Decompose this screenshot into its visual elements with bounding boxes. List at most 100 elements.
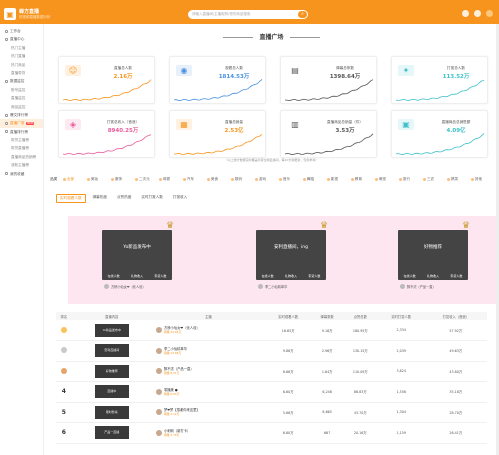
podium-stat: 在线人数 (403, 274, 416, 278)
category-option[interactable]: 全部 (62, 177, 87, 182)
rank-tab[interactable]: 实时观看人数 (56, 194, 86, 203)
live-thumbnail[interactable]: 直播中 (94, 385, 129, 399)
category-option[interactable]: 数码 (230, 177, 255, 182)
stat-label: 打赏总人数 (447, 66, 465, 70)
anchor-info[interactable]: 零播美 ● 销量 6.05万 (152, 388, 265, 396)
sidebar-item[interactable]: 账号监控 (0, 86, 43, 94)
sidebar-item[interactable]: 热门商品 (0, 61, 43, 69)
podium-stats: 在线人数 礼物收入 带货人数 (398, 274, 468, 278)
sidebar-item[interactable]: 直播商品热销榜 (0, 153, 43, 161)
stat-card[interactable]: ▥ 直播商品总销量（件） 3.53万 (280, 110, 377, 158)
live-thumbnail[interactable]: 产品一直播 (94, 426, 129, 440)
sidebar-item[interactable]: 直播广场 NEW (0, 119, 43, 128)
stat-card[interactable]: ▦ 直播总销量 2.53亿 (169, 110, 266, 158)
search-button[interactable]: ⌕ (298, 11, 307, 18)
sidebar-item[interactable]: 商品监控 (0, 103, 43, 111)
sidebar-item[interactable]: 涨粉主播榜 (0, 161, 43, 169)
podium-card[interactable]: 好物推荐 在线人数 礼物收入 带货人数 (398, 230, 468, 280)
rank-tab[interactable]: 弹幕热度 (90, 194, 110, 203)
anchor-info[interactable]: 方桥小仙女❤（化人设） 销量 23.85万 (152, 326, 265, 334)
trend-sparkline (63, 134, 152, 155)
brand-logo[interactable]: ▣ 蝉方直播 短视频直播数据分析 (4, 8, 51, 20)
stat-card[interactable]: ✦ 打赏总人数 113.52万 (391, 56, 488, 104)
podium-stat: 礼物收入 (130, 274, 143, 278)
live-thumbnail[interactable]: 限时秒杀 (94, 405, 129, 419)
sidebar-item[interactable]: 直播中心 (0, 35, 43, 43)
podium-card[interactable]: Yo新品发布中 在线人数 礼物收入 带货人数 (102, 230, 172, 280)
rank-cell: 5 (56, 402, 72, 423)
rank-tab[interactable]: 打赏收入 (170, 194, 190, 203)
category-option[interactable]: 萌宠 (374, 177, 399, 182)
stat-card[interactable]: ▣ 直播商品总销售额 4.09亿 (391, 110, 488, 158)
search-input[interactable]: 请输入直播间/主播昵称/带货商品搜索 ⌕ (188, 10, 308, 19)
sidebar-item[interactable]: 爆文排行榜 (0, 111, 43, 119)
table-row[interactable]: 4 直播中 零播美 ● 销量 6.05万 6.60万 6,246 86.83万 1,556 35… (56, 381, 487, 403)
sidebar-item[interactable]: 直播排行榜 (0, 128, 43, 136)
stat-card[interactable]: ◉ 观看总人数 1814.53万 (169, 56, 266, 104)
category-text: 音乐 (282, 176, 291, 181)
category-option[interactable]: 美食 (206, 177, 231, 182)
category-option[interactable]: 美妆 (86, 177, 111, 182)
category-option[interactable]: 游戏 (254, 177, 279, 182)
category-option[interactable]: 旅行 (398, 177, 423, 182)
anchor-text: 零播美 ● 销量 6.05万 (164, 388, 180, 396)
message-icon[interactable] (462, 10, 469, 17)
category-option[interactable]: 汽车 (182, 177, 207, 182)
category-option[interactable]: 二次元 (134, 177, 159, 182)
category-option[interactable]: 影视 (326, 177, 351, 182)
anchor-sales: 销量 3.78万 (163, 432, 180, 437)
sidebar-item[interactable]: 数据监控 (0, 77, 43, 85)
category-option[interactable]: 三农 (422, 177, 447, 182)
category-option[interactable]: 其他 (470, 177, 495, 182)
table-header: 实时打赏人数 (377, 312, 425, 320)
stat-card[interactable]: ☺ 直播总人数 2.16万 (58, 56, 155, 104)
stat-card[interactable]: ▤ 弹幕总条数 1398.64万 (280, 56, 377, 104)
live-thumbnail[interactable]: 好物推荐 (94, 364, 129, 378)
live-thumbnail[interactable]: Yo新品发布中 (94, 323, 129, 337)
anchor-info[interactable]: 醉不浓（产品一直） 销量 8.21万 (152, 367, 265, 375)
likes-cell: 110.09万 (342, 361, 378, 382)
table-row[interactable]: 5 限时秒杀 梦❤梦【感谢你来这里】 销量 4.12万 5.66万 8,665 43.70万… (56, 402, 487, 423)
anchor-name: 李二小仙精萃华 (265, 285, 288, 289)
rank-tab[interactable]: 点赞热度 (114, 194, 134, 203)
table-row[interactable]: 6 产品一直播 小刺刺（新打卡） 销量 3.78万 6.60万 667 20.16万 1,15… (56, 422, 487, 444)
sidebar-item[interactable]: 直播监控 (0, 94, 43, 102)
sidebar-item[interactable]: 工作台 (0, 27, 43, 35)
sidebar-item[interactable]: 带货直播榜 (0, 144, 43, 152)
rank-tab[interactable]: 实时打赏人数 (138, 194, 166, 203)
category-option[interactable]: 母婴 (158, 177, 183, 182)
anchor-info[interactable]: 梦❤梦【感谢你来这里】 销量 4.12万 (152, 408, 265, 416)
sidebar-item-label: 热门直播 (11, 54, 26, 59)
sidebar-item[interactable]: 直播带货 (0, 69, 43, 77)
podium-anchor[interactable]: 方桥小仙女❤（化人设） (104, 284, 146, 289)
sidebar-item[interactable]: 热门直播 (0, 52, 43, 60)
sidebar-item[interactable]: 热门主播 (0, 44, 43, 52)
live-thumbnail[interactable]: 安利直播间 (94, 344, 129, 358)
stat-card[interactable]: ◈ 打赏总收入（音浪） 8940.25万 (58, 110, 155, 158)
table-row[interactable]: Yo新品发布中 方桥小仙女❤（化人设） 销量 23.85万 16.65万 9.16万 18… (56, 320, 487, 341)
sidebar-item[interactable]: 带货主播榜 (0, 136, 43, 144)
anchor-sales: 销量 23.85万 (163, 330, 182, 334)
category-icon (134, 177, 138, 181)
bell-icon[interactable] (474, 10, 481, 17)
podium-stat: 在线人数 (261, 274, 274, 278)
podium-card[interactable]: 安利直播间，ing 在线人数 礼物收入 带货人数 (256, 230, 326, 280)
table-row[interactable]: 安利直播间 李二小仙精萃华 销量 12.68万 9.86万 2.96万 130.15万 2,… (56, 340, 487, 362)
content-cell: 好物推荐 (71, 361, 152, 382)
category-option[interactable]: 舞蹈 (302, 177, 327, 182)
category-option[interactable]: 音乐 (278, 176, 303, 182)
anchor-text: 李二小仙精萃华 销量 12.68万 (164, 347, 187, 355)
avatar[interactable] (486, 10, 493, 17)
category-option[interactable]: 搞笑 (446, 177, 471, 182)
table-row[interactable]: 好物推荐 醉不浓（产品一直） 销量 8.21万 8.66万 1.64万 110.09万 3,… (56, 361, 487, 382)
avatar (155, 347, 162, 354)
anchor-info[interactable]: 李二小仙精萃华 销量 12.68万 (152, 347, 265, 355)
sidebar-item[interactable]: 我的收藏 (0, 170, 43, 178)
anchor-info[interactable]: 小刺刺（新打卡） 销量 3.78万 (152, 429, 265, 437)
category-option[interactable]: 教育 (350, 177, 375, 182)
top-three-podium: Yo新品发布中 在线人数 礼物收入 带货人数 ♛ 方桥小仙女❤（化人设） 安利直播间，ing… (68, 216, 499, 304)
podium-anchor[interactable]: 醉不浓（产品一直） (400, 284, 436, 289)
podium-stat: 在线人数 (107, 274, 120, 278)
category-option[interactable]: 服饰 (110, 177, 135, 182)
podium-anchor[interactable]: 李二小仙精萃华 (258, 284, 287, 289)
